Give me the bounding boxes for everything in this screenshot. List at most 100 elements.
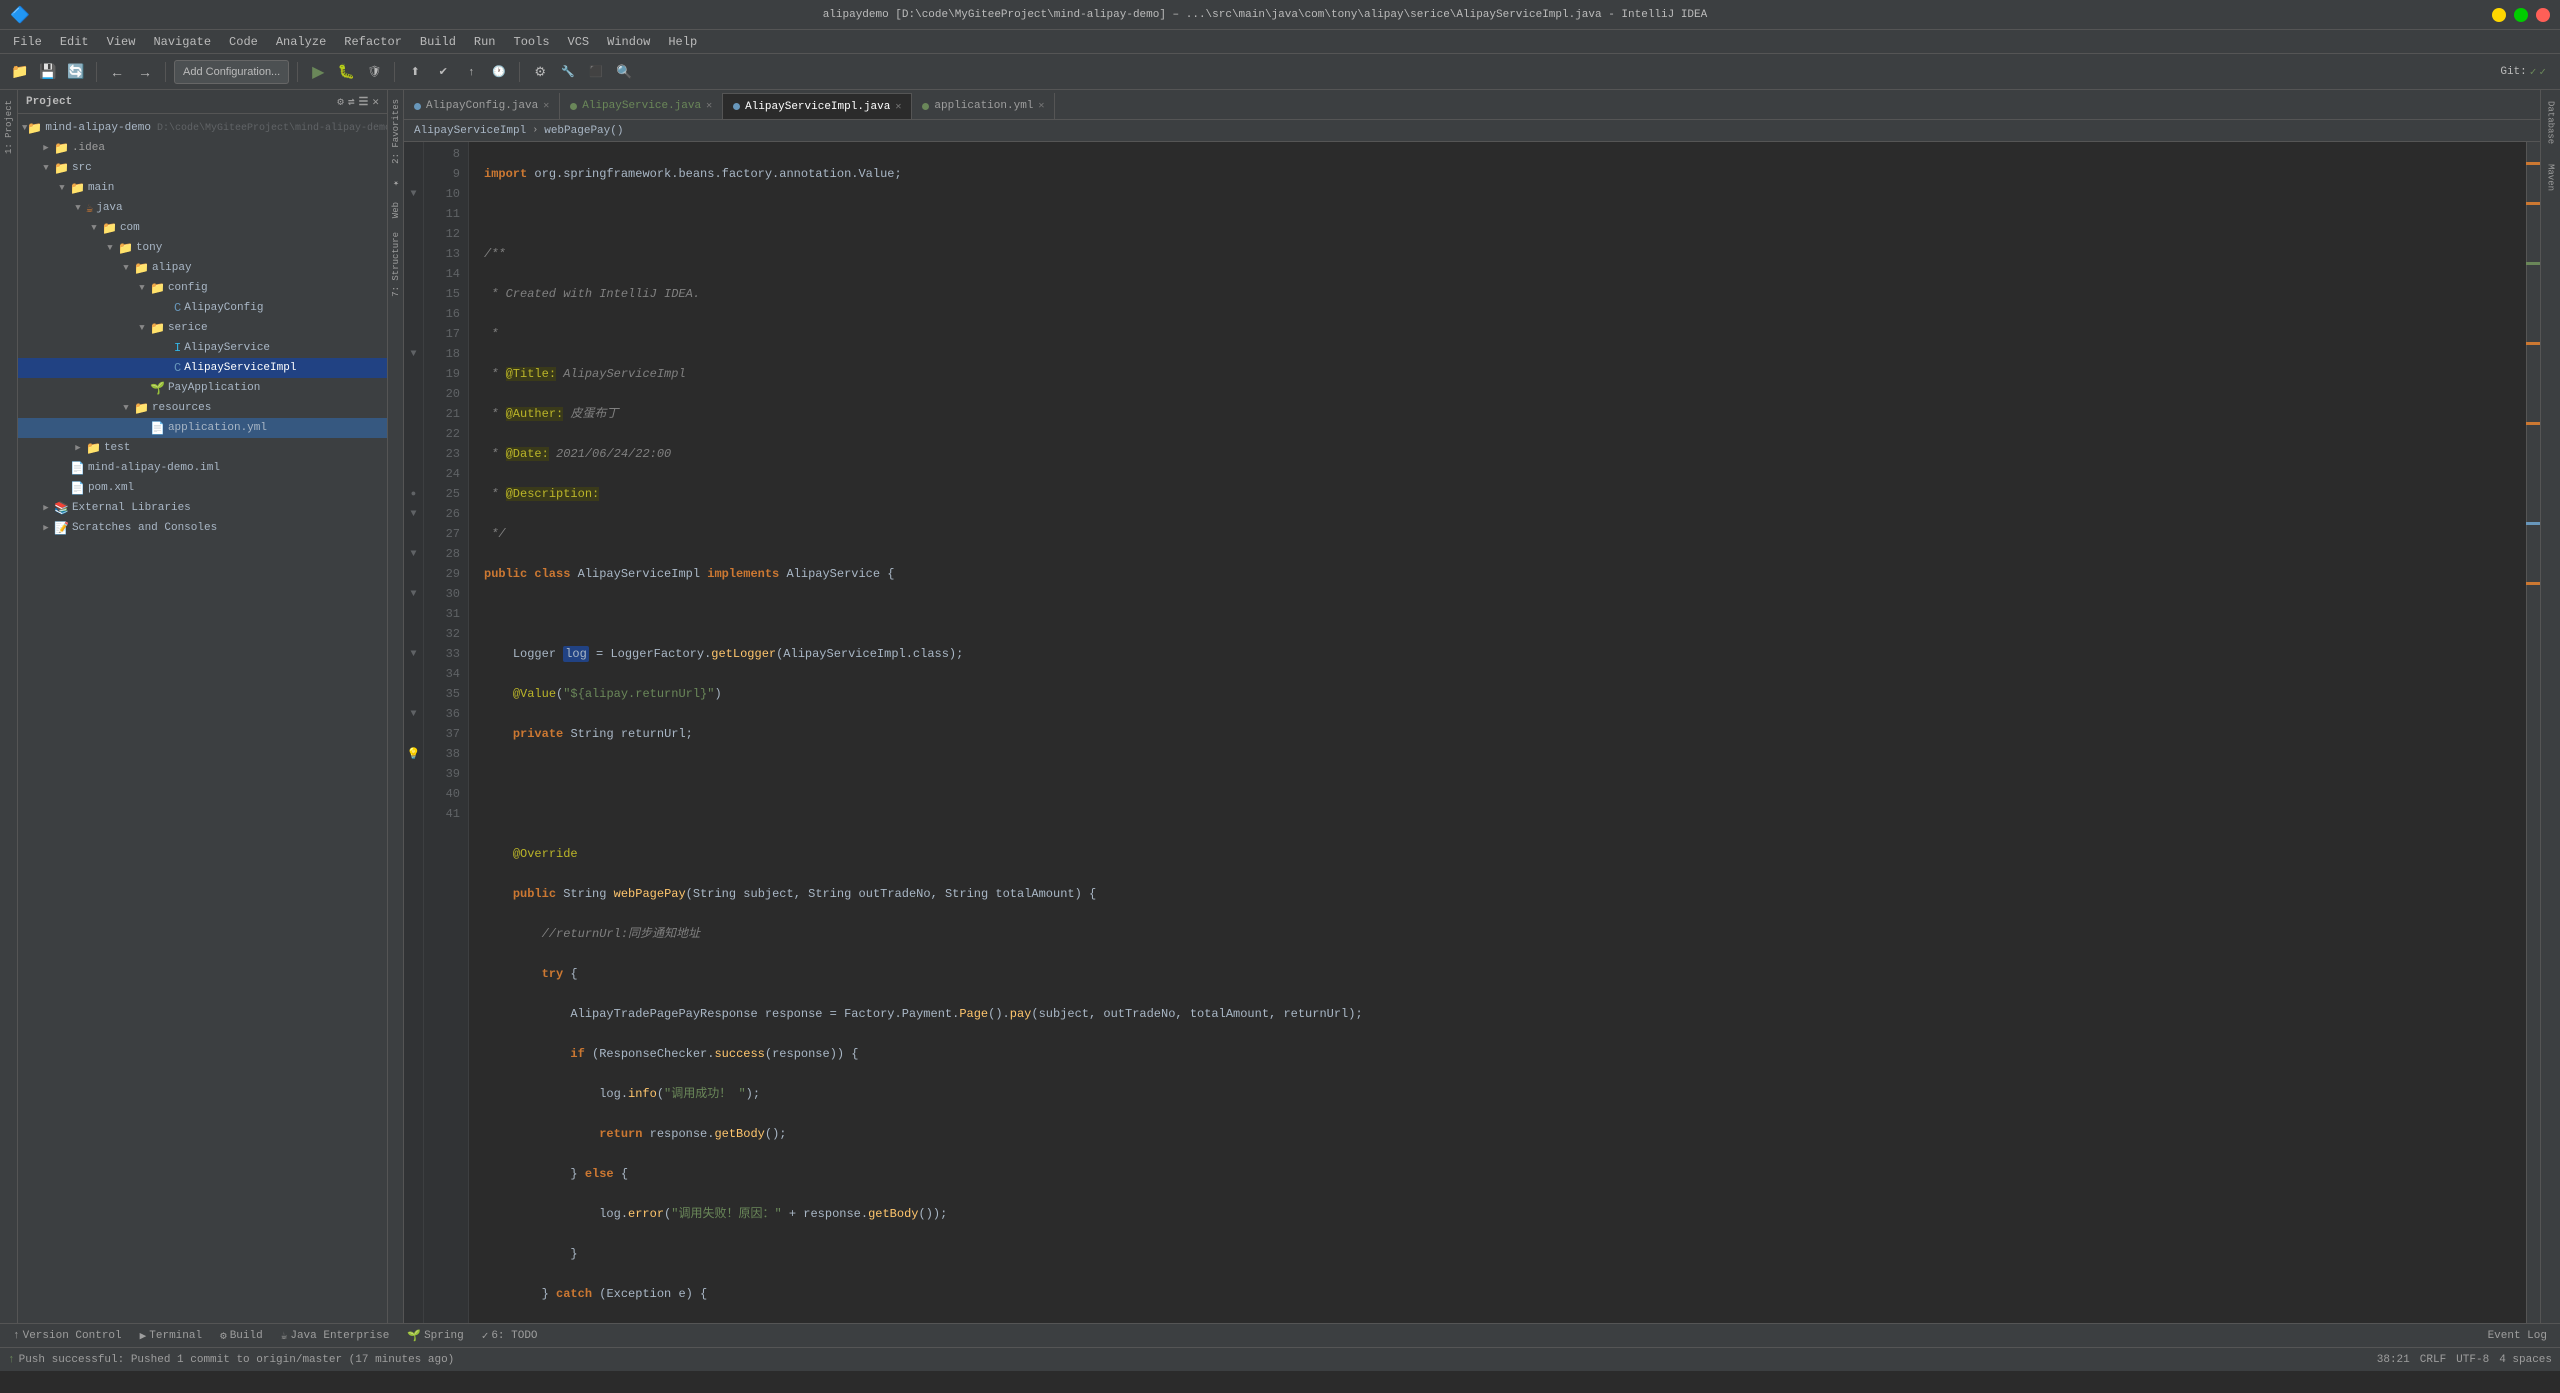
arrow-com: ▼ — [86, 223, 102, 233]
tree-item-pay-application[interactable]: ▶ 🌱 PayApplication — [18, 378, 387, 398]
tree-item-config[interactable]: ▼ 📁 config — [18, 278, 387, 298]
tab-alipay-config[interactable]: AlipayConfig.java ✕ — [404, 93, 560, 119]
line-ending-label: CRLF — [2420, 1354, 2446, 1366]
search-button[interactable]: 🔍 — [612, 60, 636, 84]
project-tab-vert[interactable]: 1: Project — [2, 94, 16, 160]
breadcrumb-method[interactable]: webPagePay() — [544, 125, 623, 137]
tab-application-yml[interactable]: application.yml ✕ — [912, 93, 1055, 119]
forward-button[interactable]: → — [133, 60, 157, 84]
tree-item-test[interactable]: ▶ 📁 test — [18, 438, 387, 458]
code-editor[interactable]: ▼ ▼ ● ▼ ▼ — [404, 142, 2540, 1323]
tree-item-scratches[interactable]: ▶ 📝 Scratches and Consoles — [18, 518, 387, 538]
scroll-indicator-6 — [2526, 522, 2540, 525]
debug-button[interactable]: 🐛 — [334, 60, 358, 84]
vcs-commit-button[interactable]: ✔ — [431, 60, 455, 84]
vcs-update-button[interactable]: ⬆ — [403, 60, 427, 84]
tree-item-main[interactable]: ▼ 📁 main — [18, 178, 387, 198]
tree-item-alipay[interactable]: ▼ 📁 alipay — [18, 258, 387, 278]
tree-item-serice[interactable]: ▼ 📁 serice — [18, 318, 387, 338]
menu-file[interactable]: File — [5, 33, 50, 51]
coverage-button[interactable]: 🛡 — [362, 60, 386, 84]
menu-window[interactable]: Window — [599, 33, 658, 51]
menu-vcs[interactable]: VCS — [560, 33, 598, 51]
tree-item-tony[interactable]: ▼ 📁 tony — [18, 238, 387, 258]
tree-item-idea[interactable]: ▶ 📁 .idea — [18, 138, 387, 158]
tree-item-alipay-config[interactable]: ▶ C AlipayConfig — [18, 298, 387, 318]
run-config-selector[interactable]: Add Configuration... — [174, 60, 289, 84]
run-button[interactable]: ▶ — [306, 60, 330, 84]
web-tab[interactable]: Web — [390, 197, 402, 223]
status-encoding[interactable]: UTF-8 — [2456, 1354, 2489, 1366]
project-close-icon[interactable]: ✕ — [372, 95, 379, 109]
gutter-31 — [404, 604, 423, 624]
back-button[interactable]: ← — [105, 60, 129, 84]
favorites-tab[interactable]: 2: Favorites — [390, 94, 402, 169]
menu-code[interactable]: Code — [221, 33, 266, 51]
external-tools-button[interactable]: 🔧 — [556, 60, 580, 84]
status-line-ending[interactable]: CRLF — [2420, 1354, 2446, 1366]
tree-item-com[interactable]: ▼ 📁 com — [18, 218, 387, 238]
tab-alipay-service[interactable]: AlipayService.java ✕ — [560, 93, 723, 119]
menu-analyze[interactable]: Analyze — [268, 33, 334, 51]
maximize-button[interactable] — [2514, 8, 2528, 22]
code-content[interactable]: import org.springframework.beans.factory… — [469, 142, 2526, 1323]
alipay-service-label: AlipayService — [184, 342, 270, 354]
bottom-tab-terminal[interactable]: ▶ Terminal — [132, 1327, 210, 1345]
tree-item-root[interactable]: ▼ 📁 mind-alipay-demo D:\code\MyGiteeProj… — [18, 118, 387, 138]
tree-item-alipay-service[interactable]: ▶ I AlipayService — [18, 338, 387, 358]
bottom-tab-vcs[interactable]: ↑ Version Control — [5, 1328, 130, 1344]
tree-item-src[interactable]: ▼ 📁 src — [18, 158, 387, 178]
terminal-button[interactable]: ⬛ — [584, 60, 608, 84]
close-button[interactable] — [2536, 8, 2550, 22]
right-panels: Database Maven — [2540, 90, 2560, 1323]
menu-refactor[interactable]: Refactor — [336, 33, 410, 51]
toolbar-sep-5 — [519, 62, 520, 82]
maven-panel-tab[interactable]: Maven — [2544, 158, 2558, 197]
sync-button[interactable]: 🔄 — [64, 60, 88, 84]
project-settings-icon[interactable]: ☰ — [359, 95, 369, 109]
menu-view[interactable]: View — [99, 33, 144, 51]
git-push-status[interactable]: ↑ Push successful: Pushed 1 commit to or… — [8, 1354, 454, 1366]
open-file-button[interactable]: 📁 — [8, 60, 32, 84]
status-position[interactable]: 38:21 — [2377, 1354, 2410, 1366]
bottom-tab-todo[interactable]: ✓ 6: TODO — [474, 1327, 546, 1345]
bottom-tab-event-log[interactable]: Event Log — [2480, 1328, 2555, 1344]
tree-item-alipay-service-impl[interactable]: ▶ C AlipayServiceImpl — [18, 358, 387, 378]
tab-close-alipay-config[interactable]: ✕ — [543, 100, 549, 112]
tree-item-pom[interactable]: ▶ 📄 pom.xml — [18, 478, 387, 498]
minimize-button[interactable] — [2492, 8, 2506, 22]
menu-build[interactable]: Build — [412, 33, 464, 51]
vcs-push-button[interactable]: ↑ — [459, 60, 483, 84]
tab-close-alipay-service-impl[interactable]: ✕ — [895, 101, 901, 113]
vcs-history-button[interactable]: 🕐 — [487, 60, 511, 84]
menu-run[interactable]: Run — [466, 33, 504, 51]
tree-item-resources[interactable]: ▼ 📁 resources — [18, 398, 387, 418]
bottom-tab-spring[interactable]: 🌱 Spring — [399, 1327, 471, 1345]
tab-close-app-yml[interactable]: ✕ — [1038, 100, 1044, 112]
breadcrumb-file[interactable]: AlipayServiceImpl — [414, 125, 526, 137]
settings-button[interactable]: ⚙ — [528, 60, 552, 84]
menu-edit[interactable]: Edit — [52, 33, 97, 51]
menu-tools[interactable]: Tools — [506, 33, 558, 51]
bulb-icon[interactable]: 💡 — [407, 747, 421, 761]
code-line-16: * @Description: — [484, 484, 2526, 504]
database-panel-tab[interactable]: Database — [2544, 95, 2558, 150]
bottom-tab-build[interactable]: ⚙ Build — [212, 1327, 271, 1345]
tab-close-alipay-service[interactable]: ✕ — [706, 100, 712, 112]
structure-tab-left[interactable]: ★ — [390, 173, 402, 193]
root-folder-icon: 📁 — [27, 121, 42, 136]
menu-help[interactable]: Help — [660, 33, 705, 51]
project-gear-icon[interactable]: ⚙ — [337, 95, 344, 109]
save-button[interactable]: 💾 — [36, 60, 60, 84]
tree-item-application-yml[interactable]: ▶ 📄 application.yml — [18, 418, 387, 438]
tab-alipay-service-impl[interactable]: AlipayServiceImpl.java ✕ — [723, 93, 912, 119]
menu-navigate[interactable]: Navigate — [145, 33, 219, 51]
tree-item-java[interactable]: ▼ ☕ java — [18, 198, 387, 218]
bottom-tab-java-enterprise[interactable]: ☕ Java Enterprise — [273, 1327, 398, 1345]
tree-item-external-libs[interactable]: ▶ 📚 External Libraries — [18, 498, 387, 518]
git-status[interactable]: Git: ✓ ✓ — [2494, 63, 2552, 81]
structure-tab[interactable]: 7: Structure — [390, 227, 402, 302]
tree-item-iml[interactable]: ▶ 📄 mind-alipay-demo.iml — [18, 458, 387, 478]
status-indent[interactable]: 4 spaces — [2499, 1354, 2552, 1366]
project-sync-icon[interactable]: ⇌ — [348, 95, 355, 109]
